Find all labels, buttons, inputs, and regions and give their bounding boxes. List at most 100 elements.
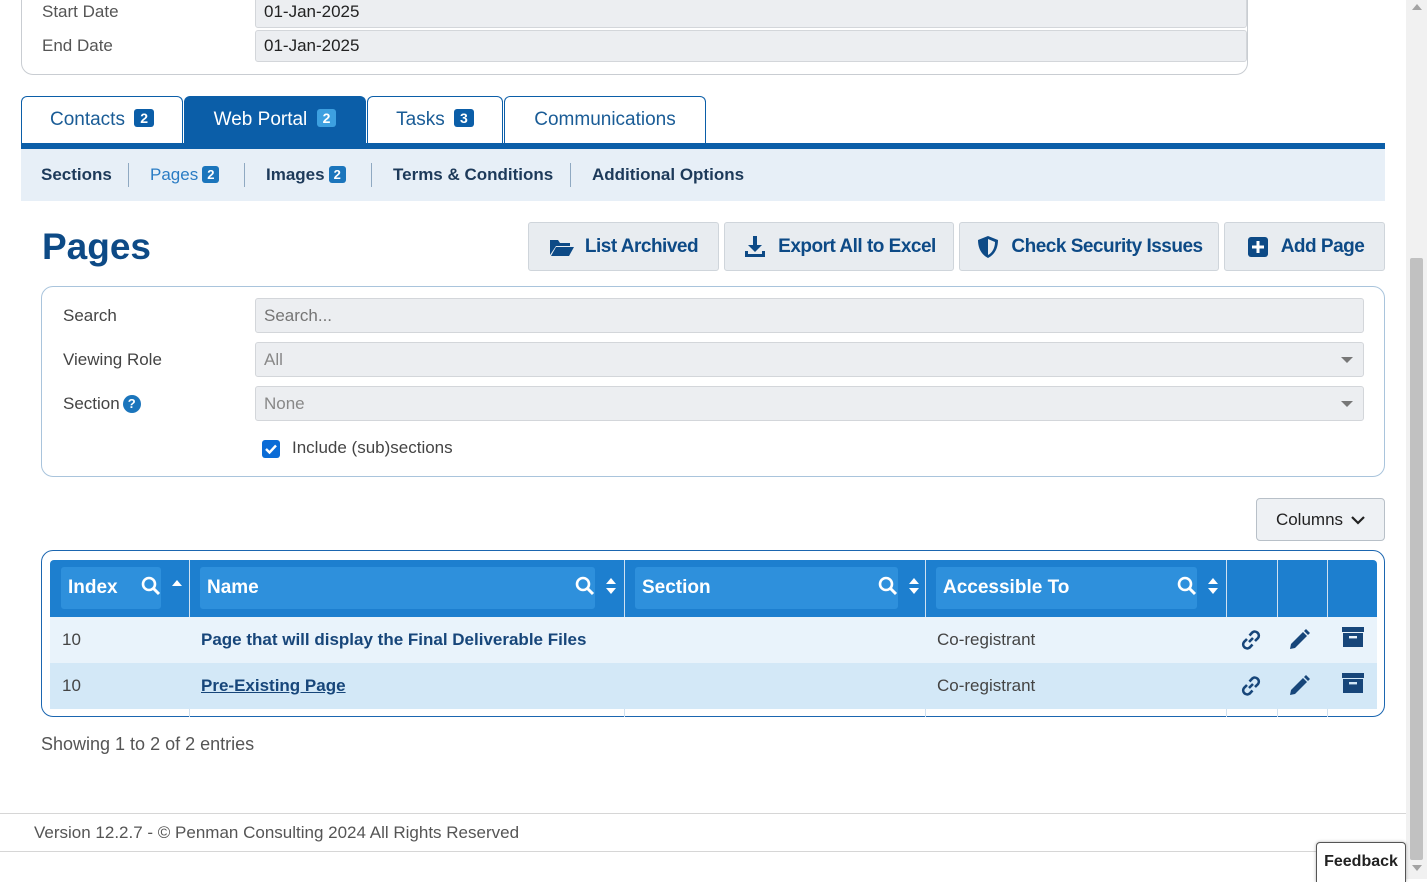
search-label: Search bbox=[63, 306, 117, 325]
columns-button[interactable]: Columns bbox=[1256, 498, 1385, 541]
column-tools bbox=[1177, 576, 1219, 596]
filter-card: Search Viewing Role All Section? None In… bbox=[41, 286, 1385, 477]
link-icon[interactable] bbox=[1238, 627, 1264, 653]
pencil-icon[interactable] bbox=[1286, 627, 1312, 653]
column-tools bbox=[575, 576, 617, 596]
cell-index: 10 bbox=[62, 630, 81, 649]
scrollbar[interactable] bbox=[1406, 0, 1427, 879]
check-security-label: Check Security Issues bbox=[1011, 235, 1203, 257]
date-card: Start Date 01-Jan-2025 End Date 01-Jan-2… bbox=[21, 0, 1248, 75]
include-subsections-checkbox[interactable] bbox=[262, 440, 280, 458]
tab-communications-label: Communications bbox=[534, 109, 676, 130]
scroll-up-arrow[interactable] bbox=[1412, 4, 1422, 10]
viewing-role-select[interactable]: All bbox=[255, 342, 1364, 377]
sort-icon[interactable] bbox=[605, 577, 617, 595]
table-header: Index Name Section Accessible To bbox=[50, 560, 1377, 617]
footer-divider bbox=[0, 813, 1406, 814]
column-header-accessible-label: Accessible To bbox=[943, 577, 1070, 598]
tab-tasks-label: Tasks bbox=[396, 109, 445, 130]
download-icon bbox=[745, 235, 766, 257]
sort-icon[interactable] bbox=[908, 577, 920, 595]
export-excel-label: Export All to Excel bbox=[778, 235, 936, 257]
column-header-name-label: Name bbox=[207, 577, 259, 598]
export-excel-button[interactable]: Export All to Excel bbox=[724, 222, 954, 271]
viewing-role-value: All bbox=[264, 350, 283, 369]
cell-name-link[interactable]: Pre-Existing Page bbox=[201, 676, 346, 696]
chevron-down-icon bbox=[1341, 401, 1353, 407]
tab-web-portal[interactable]: Web Portal 2 bbox=[184, 96, 366, 144]
subnav-divider bbox=[128, 163, 129, 187]
pages-table: Index Name Section Accessible To 10 Page… bbox=[41, 550, 1385, 717]
check-security-button[interactable]: Check Security Issues bbox=[959, 222, 1219, 271]
start-date-label: Start Date bbox=[42, 2, 119, 21]
chevron-down-icon bbox=[1351, 515, 1365, 525]
tab-web-portal-label: Web Portal bbox=[213, 109, 308, 130]
scroll-thumb[interactable] bbox=[1410, 258, 1423, 860]
end-date-row: End Date 01-Jan-2025 bbox=[42, 30, 1247, 62]
table-row[interactable]: 10 Pre-Existing Page Co-registrant bbox=[50, 663, 1377, 709]
subnav-pages-count: 2 bbox=[202, 166, 220, 183]
pencil-icon[interactable] bbox=[1286, 673, 1312, 699]
shield-icon bbox=[978, 235, 999, 258]
search-icon[interactable] bbox=[575, 576, 595, 596]
sort-icon[interactable] bbox=[1207, 577, 1219, 595]
subnav-pages[interactable]: Pages 2 bbox=[150, 165, 220, 185]
add-page-button[interactable]: Add Page bbox=[1224, 222, 1385, 271]
search-icon[interactable] bbox=[1177, 576, 1197, 596]
columns-label: Columns bbox=[1275, 509, 1344, 529]
end-date-label: End Date bbox=[42, 36, 113, 55]
end-date-field[interactable]: 01-Jan-2025 bbox=[255, 30, 1247, 62]
subnav-sections[interactable]: Sections bbox=[41, 165, 112, 185]
list-archived-button[interactable]: List Archived bbox=[528, 222, 719, 271]
check-icon bbox=[265, 444, 277, 455]
tab-contacts-label: Contacts bbox=[49, 109, 125, 130]
column-header-index-label: Index bbox=[68, 577, 118, 598]
section-select[interactable]: None bbox=[255, 386, 1364, 421]
folder-open-icon bbox=[549, 239, 574, 256]
cell-index: 10 bbox=[62, 676, 81, 695]
subnav-images-label: Images bbox=[266, 165, 325, 184]
start-date-row: Start Date 01-Jan-2025 bbox=[42, 0, 1247, 28]
subnav-additional-options[interactable]: Additional Options bbox=[592, 165, 744, 185]
tab-web-portal-count: 2 bbox=[316, 109, 337, 127]
cell-accessible-to: Co-registrant bbox=[937, 630, 1036, 649]
cell-name-link[interactable]: Page that will display the Final Deliver… bbox=[201, 630, 586, 650]
feedback-button[interactable]: Feedback bbox=[1316, 842, 1406, 882]
chevron-down-icon bbox=[1341, 357, 1353, 363]
search-icon[interactable] bbox=[878, 576, 898, 596]
subnav-images-count: 2 bbox=[328, 166, 346, 183]
column-header-index[interactable]: Index bbox=[61, 567, 182, 609]
search-input[interactable] bbox=[255, 298, 1364, 333]
scroll-down-arrow[interactable] bbox=[1412, 865, 1422, 871]
column-header-accessible-to[interactable]: Accessible To bbox=[936, 567, 1218, 609]
start-date-field[interactable]: 01-Jan-2025 bbox=[255, 0, 1247, 28]
column-header-section-label: Section bbox=[642, 577, 711, 598]
include-subsections-label: Include (sub)sections bbox=[292, 438, 453, 457]
section-label-text: Section bbox=[63, 394, 120, 413]
tab-contacts[interactable]: Contacts 2 bbox=[21, 96, 183, 144]
subnav-divider bbox=[371, 163, 372, 187]
column-header-section[interactable]: Section bbox=[635, 567, 919, 609]
subnav-pages-label: Pages bbox=[150, 165, 199, 184]
footer-text: Version 12.2.7 - © Penman Consulting 202… bbox=[34, 823, 520, 842]
table-row[interactable]: 10 Page that will display the Final Deli… bbox=[50, 617, 1377, 663]
cell-accessible-to: Co-registrant bbox=[937, 676, 1036, 695]
sort-asc-icon[interactable] bbox=[171, 578, 183, 594]
subnav-terms[interactable]: Terms & Conditions bbox=[393, 165, 553, 185]
column-header-name[interactable]: Name bbox=[200, 567, 616, 609]
add-page-label: Add Page bbox=[1280, 235, 1365, 257]
archive-icon[interactable] bbox=[1340, 670, 1366, 696]
subnav-divider bbox=[244, 163, 245, 187]
page: Start Date 01-Jan-2025 End Date 01-Jan-2… bbox=[0, 0, 1406, 879]
subnav-divider bbox=[570, 163, 571, 187]
tab-communications[interactable]: Communications bbox=[504, 96, 706, 144]
viewing-role-label: Viewing Role bbox=[63, 350, 162, 369]
archive-icon[interactable] bbox=[1340, 624, 1366, 650]
tab-contacts-count: 2 bbox=[134, 109, 155, 127]
link-icon[interactable] bbox=[1238, 673, 1264, 699]
subnav-images[interactable]: Images 2 bbox=[266, 165, 346, 185]
help-icon[interactable]: ? bbox=[122, 395, 141, 413]
search-icon[interactable] bbox=[141, 576, 161, 596]
column-tools bbox=[141, 576, 183, 596]
tab-tasks[interactable]: Tasks 3 bbox=[367, 96, 503, 144]
